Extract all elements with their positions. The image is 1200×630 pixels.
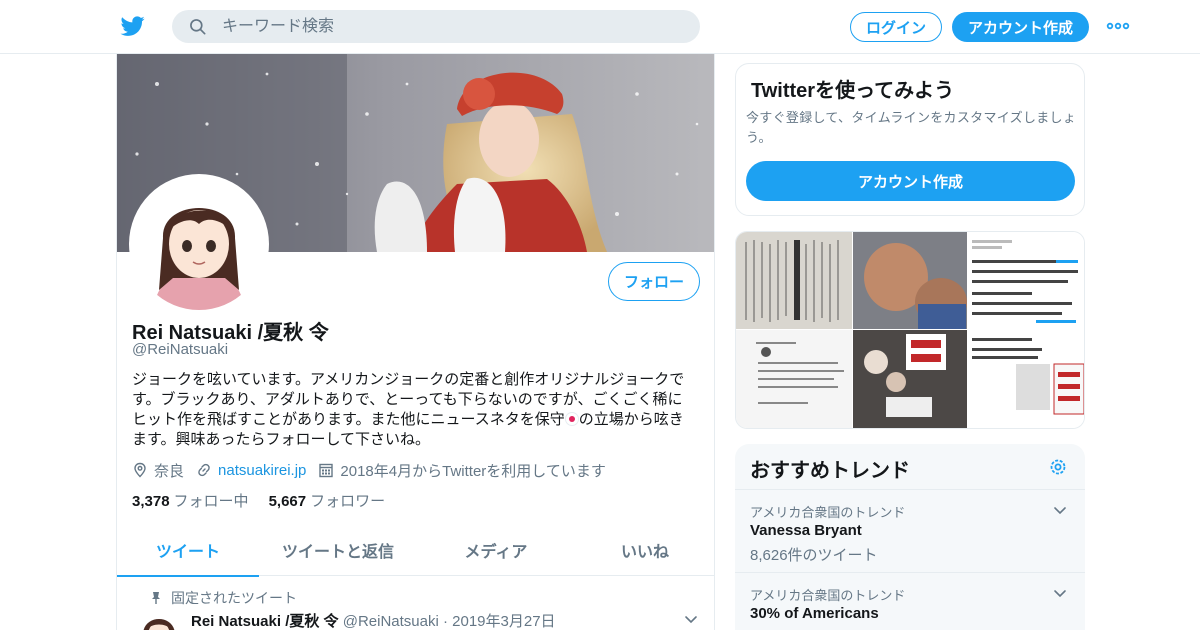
signup-card-title: Twitterを使ってみよう bbox=[751, 80, 955, 102]
followers-count: 5,667 bbox=[268, 493, 307, 510]
tab-likes[interactable]: いいね bbox=[575, 524, 714, 576]
chevron-down-icon[interactable] bbox=[683, 611, 699, 627]
media-thumbnail[interactable] bbox=[968, 330, 1085, 429]
chevron-down-icon[interactable] bbox=[1053, 586, 1067, 600]
tweet-header: Rei Natsuaki /夏秋 令 @ReiNatsuaki · 2019年3… bbox=[191, 610, 556, 630]
follow-button[interactable]: フォロー bbox=[608, 262, 700, 301]
profile-location: 奈良 bbox=[132, 460, 184, 481]
trends-panel: おすすめトレンド アメリカ合衆国のトレンド Vanessa Bryant 8,6… bbox=[735, 444, 1085, 630]
trend-context: アメリカ合衆国のトレンド bbox=[750, 588, 906, 603]
tweet-author-avatar[interactable] bbox=[135, 607, 183, 630]
search-box[interactable] bbox=[172, 10, 700, 43]
profile-tabs: ツイート ツイートと返信 メディア いいね bbox=[117, 524, 714, 577]
top-navigation-bar: ログイン アカウント作成 bbox=[0, 0, 1200, 54]
pin-icon bbox=[152, 592, 160, 604]
media-gallery[interactable] bbox=[735, 231, 1085, 429]
location-text: 奈良 bbox=[154, 462, 185, 480]
profile-avatar[interactable] bbox=[129, 174, 269, 314]
search-icon bbox=[190, 19, 206, 35]
tweet-date[interactable]: 2019年3月27日 bbox=[452, 613, 555, 630]
profile-joined: 2018年4月からTwitterを利用しています bbox=[318, 460, 606, 481]
trends-title: おすすめトレンド bbox=[750, 460, 910, 482]
signup-card-text: 今すぐ登録して、タイムラインをカスタマイズしましょう。 bbox=[746, 110, 1077, 145]
calendar-icon bbox=[319, 463, 334, 478]
following-count: 3,378 bbox=[132, 493, 170, 510]
tweet-separator: · bbox=[442, 613, 448, 630]
signup-button[interactable]: アカウント作成 bbox=[952, 12, 1089, 42]
pinned-label: 固定されたツイート bbox=[152, 588, 297, 608]
media-thumbnail[interactable] bbox=[853, 330, 967, 429]
followers-stat[interactable]: 5,667 フォロワー bbox=[269, 490, 386, 511]
tab-media[interactable]: メディア bbox=[417, 524, 575, 576]
trend-context: アメリカ合衆国のトレンド bbox=[750, 505, 906, 520]
profile-handle[interactable]: @ReiNatsuaki bbox=[132, 341, 228, 358]
pinned-label-text: 固定されたツイート bbox=[171, 590, 297, 606]
twitter-bird-icon[interactable] bbox=[120, 14, 146, 38]
japan-flag-icon bbox=[564, 412, 579, 426]
pinned-tweet[interactable]: 固定されたツイート Rei Natsuaki /夏秋 令 @ReiNatsuak… bbox=[117, 577, 714, 630]
trend-tweet-count: 8,626件のツイート bbox=[750, 547, 878, 564]
website-link[interactable]: natsuakirei.jp bbox=[218, 462, 306, 479]
search-input[interactable] bbox=[222, 14, 682, 39]
tab-tweets[interactable]: ツイート bbox=[117, 524, 259, 577]
joined-text: 2018年4月からTwitterを利用しています bbox=[340, 462, 606, 480]
trend-name: 30% of Americans bbox=[750, 605, 879, 622]
trend-name: Vanessa Bryant bbox=[750, 522, 862, 539]
trend-item[interactable]: アメリカ合衆国のトレンド Vanessa Bryant 8,626件のツイート bbox=[735, 489, 1085, 572]
profile-column: フォロー Rei Natsuaki /夏秋 令 @ReiNatsuaki ジョー… bbox=[116, 54, 715, 630]
login-button[interactable]: ログイン bbox=[850, 12, 942, 42]
follow-stats: 3,378 フォロー中 5,667 フォロワー bbox=[132, 490, 405, 511]
profile-meta: 奈良 natsuakirei.jp 2018年4月からTwitterを利用してい… bbox=[132, 460, 618, 480]
media-thumbnail[interactable] bbox=[853, 232, 967, 329]
gear-icon[interactable] bbox=[1048, 457, 1068, 477]
profile-website: natsuakirei.jp bbox=[196, 462, 306, 479]
media-thumbnail[interactable] bbox=[968, 232, 1085, 329]
followers-label: フォロワー bbox=[310, 493, 386, 510]
following-stat[interactable]: 3,378 フォロー中 bbox=[132, 490, 249, 511]
more-dots-icon[interactable] bbox=[1106, 17, 1130, 35]
link-icon bbox=[198, 463, 210, 477]
signup-card: Twitterを使ってみよう 今すぐ登録して、タイムラインをカスタマイズしましょ… bbox=[735, 63, 1085, 216]
media-thumbnail[interactable] bbox=[736, 232, 852, 329]
chevron-down-icon[interactable] bbox=[1053, 503, 1067, 517]
following-label: フォロー中 bbox=[173, 493, 249, 510]
tweet-author-handle[interactable]: @ReiNatsuaki bbox=[343, 613, 439, 630]
tab-tweets-and-replies[interactable]: ツイートと返信 bbox=[259, 524, 417, 576]
location-icon bbox=[134, 462, 146, 478]
tweet-author-name[interactable]: Rei Natsuaki /夏秋 令 bbox=[191, 613, 339, 630]
media-thumbnail[interactable] bbox=[736, 330, 852, 429]
trend-item[interactable]: アメリカ合衆国のトレンド 30% of Americans bbox=[735, 572, 1085, 630]
signup-card-button[interactable]: アカウント作成 bbox=[746, 161, 1075, 201]
profile-bio: ジョークを呟いています。アメリカンジョークの定番と創作オリジナルジョークです。ブ… bbox=[132, 370, 697, 450]
